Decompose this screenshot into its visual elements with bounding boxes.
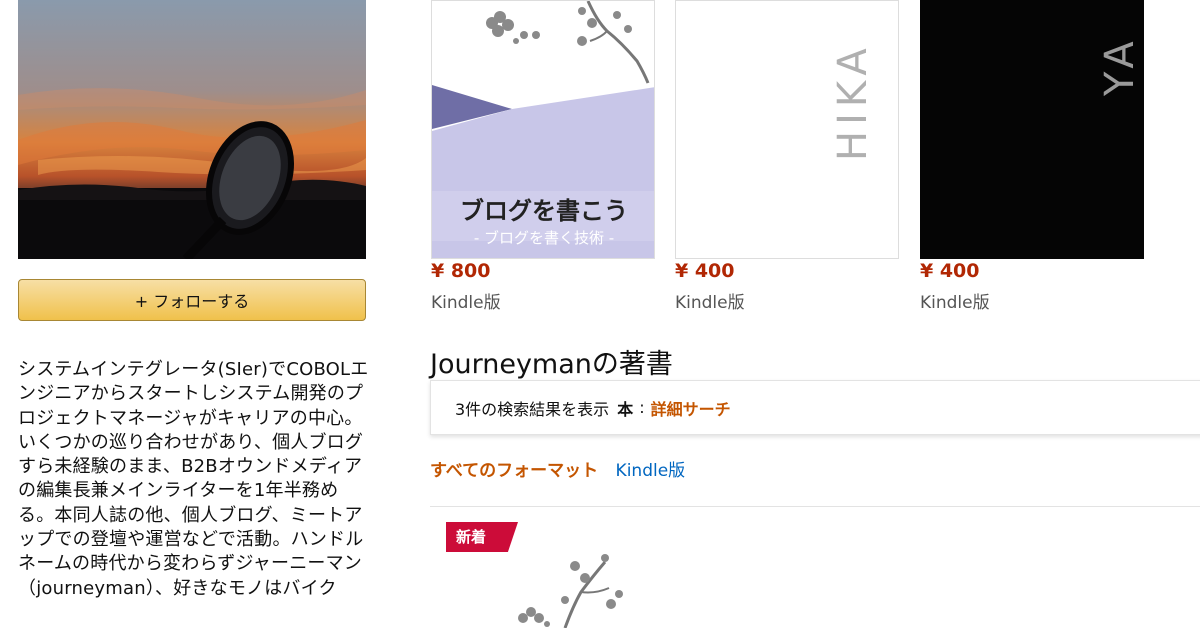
results-count-text: 3件の検索結果を表示 [455, 399, 610, 419]
book-cover[interactable]: HIKA [675, 0, 899, 259]
category-label: 本 [617, 399, 634, 419]
book-price: ¥ 400 [920, 260, 980, 282]
section-title: Journeymanの著書 [430, 349, 673, 380]
author-bio: システムインテグレータ(SIer)でCOBOLエンジニアからスタートしシステム開… [18, 359, 369, 599]
book-cover[interactable]: YA [920, 0, 1144, 259]
author-sidebar: + フォローする システムインテグレータ(SIer)でCOBOLエンジニアからス… [0, 0, 380, 628]
sunset-photo-image [18, 0, 366, 259]
results-bar: 3件の検索結果を表示 本 : 詳細サーチ [430, 380, 1200, 435]
cover-subtitle: - ブログを書く技術 - [474, 229, 614, 247]
book-price: ¥ 400 [675, 260, 735, 282]
divider [430, 506, 1200, 507]
cherry-blossom-cover-art: ブログを書こう - ブログを書く技術 - [432, 1, 654, 258]
book-cover[interactable] [445, 548, 669, 628]
follow-button[interactable]: + フォローする [18, 279, 366, 321]
cover-title: ブログを書こう [460, 197, 628, 225]
category-separator: : [639, 398, 645, 417]
author-photo [18, 0, 366, 259]
advanced-search-link[interactable]: 詳細サーチ [651, 396, 731, 420]
book-format: Kindle版 [431, 293, 501, 313]
format-all-link[interactable]: すべてのフォーマット [430, 461, 598, 481]
cover-text: YA [1097, 35, 1143, 97]
book-format: Kindle版 [675, 293, 745, 313]
book-price: ¥ 800 [431, 260, 491, 282]
cover-art: HIKA [830, 42, 876, 161]
cover-text: HIKA [830, 42, 876, 161]
book-cover[interactable]: ブログを書こう - ブログを書く技術 - [431, 0, 655, 259]
book-format: Kindle版 [920, 293, 990, 313]
format-kindle-link[interactable]: Kindle版 [616, 461, 686, 481]
cherry-blossom-cover-art [518, 554, 623, 628]
cover-art: YA [1097, 35, 1143, 97]
format-filter: すべてのフォーマット Kindle版 [430, 456, 685, 481]
